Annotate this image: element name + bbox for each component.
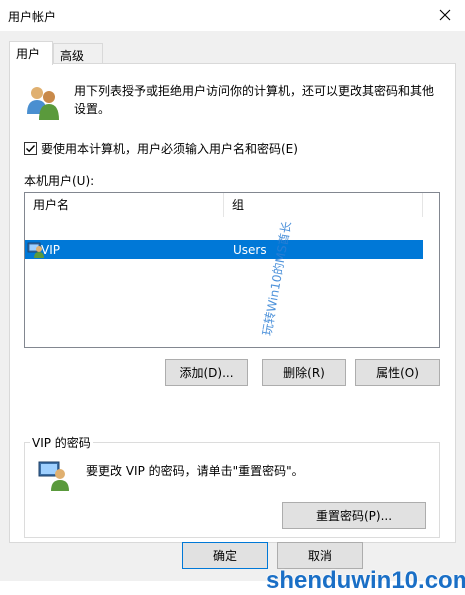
site-logo-text: shenduwin10.com bbox=[266, 567, 465, 594]
password-hint-text: 要更改 VIP 的密码，请单击"重置密码"。 bbox=[86, 464, 304, 478]
tab-advanced[interactable]: 高级 bbox=[53, 43, 103, 65]
users-tab-panel: 用下列表授予或拒绝用户访问你的计算机，还可以更改其密码和其他设置。 要使用本计算… bbox=[9, 63, 456, 543]
vip-user-icon bbox=[38, 461, 69, 491]
user-name-cell: VIP bbox=[41, 242, 60, 257]
column-header-group[interactable]: 组 bbox=[224, 193, 423, 217]
local-users-label: 本机用户(U): bbox=[24, 174, 95, 188]
remove-user-button[interactable]: 删除(R) bbox=[262, 359, 346, 386]
intro-text: 用下列表授予或拒绝用户访问你的计算机，还可以更改其密码和其他设置。 bbox=[74, 84, 435, 116]
check-icon bbox=[26, 145, 36, 153]
title-bar: 用户帐户 bbox=[0, 0, 465, 31]
tab-users[interactable]: 用户 bbox=[9, 41, 53, 65]
user-group-cell: Users bbox=[233, 242, 267, 257]
close-button[interactable] bbox=[429, 1, 461, 29]
reset-password-button[interactable]: 重置密码(P)... bbox=[282, 502, 426, 529]
tab-label: 用户 bbox=[16, 47, 41, 61]
add-user-button[interactable]: 添加(D)... bbox=[165, 359, 248, 386]
column-header-username[interactable]: 用户名 bbox=[25, 193, 224, 217]
dialog-body: 用户 高级 用下列表授予或拒绝用户访问你的计算机，还可以更改其密码和其他设置。 … bbox=[0, 31, 465, 594]
require-login-row[interactable]: 要使用本计算机，用户必须输入用户名和密码(E) bbox=[24, 140, 298, 157]
users-listview[interactable]: 用户名 组 VIP Users bbox=[24, 192, 440, 348]
listview-header: 用户名 组 bbox=[25, 193, 439, 217]
ok-button[interactable]: 确定 bbox=[182, 542, 268, 569]
user-row-vip[interactable]: VIP Users bbox=[25, 240, 423, 259]
users-icon bbox=[27, 87, 59, 120]
properties-button[interactable]: 属性(O) bbox=[355, 359, 440, 386]
tab-label: 高级 bbox=[60, 49, 85, 63]
cancel-button[interactable]: 取消 bbox=[277, 542, 363, 569]
close-icon bbox=[439, 9, 451, 21]
require-login-checkbox[interactable] bbox=[24, 142, 37, 155]
password-group-title: VIP 的密码 bbox=[30, 434, 93, 451]
window-title: 用户帐户 bbox=[8, 10, 57, 24]
require-login-label: 要使用本计算机，用户必须输入用户名和密码(E) bbox=[41, 142, 298, 156]
